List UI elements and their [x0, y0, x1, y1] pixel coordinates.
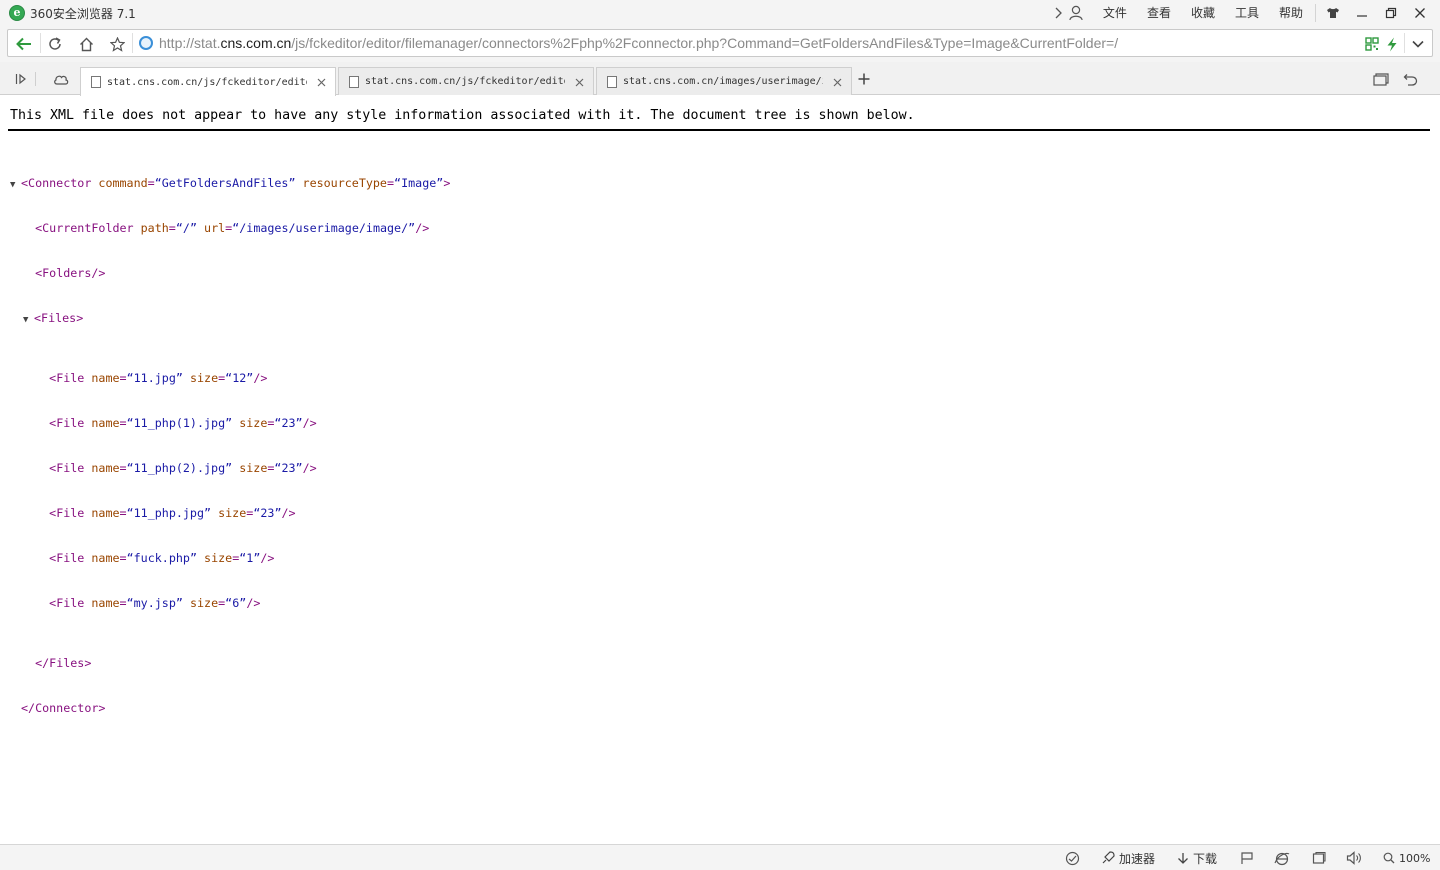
file-name-value: my.jsp — [133, 596, 176, 610]
undo-close-tab-icon[interactable] — [1399, 70, 1421, 88]
tab-label: stat.cns.com.cn/images/userimage/image/ — [623, 76, 823, 87]
user-account-icon[interactable] — [1067, 2, 1085, 24]
menu-tools[interactable]: 工具 — [1225, 2, 1269, 24]
browser-health-icon[interactable] — [1065, 849, 1080, 867]
divider — [8, 129, 1430, 131]
divider — [40, 33, 41, 53]
xml-file-entry: <File name=“fuck.php” size=“1”/> — [49, 551, 275, 565]
xml-line-current-folder: <CurrentFolder path=“/” url=“/images/use… — [35, 221, 430, 235]
page-content: This XML file does not appear to have an… — [0, 96, 1440, 844]
divider — [1404, 33, 1405, 53]
current-folder-path-value: / — [182, 221, 190, 235]
minimize-button[interactable] — [1347, 2, 1376, 24]
title-bar: e 360安全浏览器 7.1 文件 查看 收藏 工具 帮助 — [0, 0, 1440, 26]
chevron-down-icon[interactable] — [1406, 33, 1430, 55]
xml-file-entry: <File name=“my.jsp” size=“6”/> — [49, 596, 261, 610]
address-bar[interactable]: http://stat.cns.com.cn/js/fckeditor/edit… — [7, 29, 1433, 57]
tab-label: stat.cns.com.cn/js/fckeditor/editor/file… — [365, 76, 565, 87]
new-tab-button[interactable] — [853, 70, 875, 88]
xml-line-connector-open: ▼ <Connector command=“GetFoldersAndFiles”… — [10, 176, 450, 191]
file-size-value: 6 — [232, 596, 240, 610]
file-name-value: 11_php.jpg — [133, 506, 205, 520]
file-size-value: 1 — [246, 551, 254, 565]
document-icon — [607, 75, 617, 88]
connector-resource-type-value: Image — [401, 176, 437, 190]
close-tab-icon[interactable] — [573, 76, 585, 88]
xml-document-tree: ▼ <Connector command=“GetFoldersAndFiles”… — [10, 146, 450, 746]
xml-style-notice: This XML file does not appear to have an… — [10, 108, 915, 123]
close-window-button[interactable] — [1405, 2, 1434, 24]
accelerator-button[interactable]: 加速器 — [1101, 849, 1155, 867]
reload-button[interactable] — [43, 33, 67, 55]
xml-file-entry: <File name=“11_php(1).jpg” size=“23”/> — [49, 416, 317, 430]
url-text[interactable]: http://stat.cns.com.cn/js/fckeditor/edit… — [159, 35, 1118, 51]
tab-list-icon[interactable] — [1370, 70, 1392, 88]
tab-2[interactable]: stat.cns.com.cn/js/fckeditor/editor/file… — [338, 67, 594, 95]
file-name-value: 11_php(1).jpg — [133, 416, 226, 430]
url-path: /js/fckeditor/editor/filemanager/connect… — [291, 35, 1119, 51]
feedback-flag-icon[interactable] — [1240, 849, 1254, 867]
favorite-star-button[interactable] — [105, 33, 129, 55]
zoom-control[interactable]: 100% — [1383, 849, 1430, 867]
accelerator-label: 加速器 — [1119, 851, 1156, 866]
menu-favorites[interactable]: 收藏 — [1181, 2, 1225, 24]
back-button[interactable] — [12, 33, 36, 55]
speed-mode-lightning-icon[interactable] — [1380, 33, 1404, 55]
sound-volume-icon[interactable] — [1346, 849, 1362, 867]
file-size-value: 12 — [232, 371, 247, 385]
status-bar: 加速器 下载 100% — [0, 844, 1440, 870]
divider — [32, 70, 38, 88]
menu-view[interactable]: 查看 — [1137, 2, 1181, 24]
file-size-value: 23 — [260, 506, 275, 520]
xml-file-entry: <File name=“11_php.jpg” size=“23”/> — [49, 506, 296, 520]
home-button[interactable] — [74, 33, 98, 55]
xml-line-connector-close: </Connector> — [21, 701, 106, 715]
sidebar-toggle-icon[interactable] — [10, 70, 32, 88]
file-size-value: 23 — [281, 416, 296, 430]
download-label: 下载 — [1193, 851, 1218, 866]
menu-file[interactable]: 文件 — [1093, 2, 1137, 24]
chevron-right-icon[interactable] — [1049, 2, 1067, 24]
divider — [132, 33, 133, 53]
skin-shirt-icon[interactable] — [1318, 2, 1347, 24]
connector-command-value: GetFoldersAndFiles — [161, 176, 289, 190]
divider — [1315, 4, 1316, 22]
menu-help[interactable]: 帮助 — [1269, 2, 1313, 24]
rocket-icon — [1102, 851, 1115, 864]
restore-button[interactable] — [1376, 2, 1405, 24]
close-tab-icon[interactable] — [831, 76, 843, 88]
url-prefix: http://stat. — [159, 35, 221, 51]
window-title: 360安全浏览器 7.1 — [30, 7, 136, 21]
zoom-level: 100% — [1399, 851, 1431, 865]
file-name-value: 11.jpg — [133, 371, 176, 385]
file-size-value: 23 — [281, 461, 296, 475]
tab-strip: stat.cns.com.cn/js/fckeditor/editor/file… — [0, 62, 1440, 96]
cloud-sync-icon[interactable] — [50, 70, 72, 88]
xml-file-entry: <File name=“11_php(2).jpg” size=“23”/> — [49, 461, 317, 475]
xml-line-files-close: </Files> — [35, 656, 92, 670]
document-icon — [349, 75, 359, 88]
collapse-triangle-icon[interactable]: ▼ — [10, 178, 21, 193]
browser-logo-icon: e — [9, 5, 25, 21]
tab-1[interactable]: stat.cns.com.cn/js/fckeditor/editor/file… — [80, 67, 336, 96]
current-folder-url-value: /images/userimage/image/ — [239, 221, 409, 235]
xml-line-folders: <Folders/> — [35, 266, 106, 280]
magnifier-icon — [1383, 852, 1395, 864]
tab-3[interactable]: stat.cns.com.cn/images/userimage/image/ — [596, 67, 852, 95]
url-host: cns.com.cn — [220, 35, 292, 51]
download-icon — [1178, 852, 1188, 864]
collapse-triangle-icon[interactable]: ▼ — [23, 313, 34, 328]
xml-file-entry: <File name=“11.jpg” size=“12”/> — [49, 371, 268, 385]
file-name-value: fuck.php — [133, 551, 190, 565]
file-name-value: 11_php(2).jpg — [133, 461, 226, 475]
download-button[interactable]: 下载 — [1177, 849, 1217, 867]
ie-compat-mode-icon[interactable] — [1274, 849, 1290, 867]
document-icon — [91, 76, 101, 88]
tab-label: stat.cns.com.cn/js/fckeditor/editor/file… — [107, 76, 307, 88]
close-tab-icon[interactable] — [315, 76, 327, 88]
window-layout-icon[interactable] — [1312, 849, 1326, 867]
navigation-bar: http://stat.cns.com.cn/js/fckeditor/edit… — [0, 26, 1440, 62]
xml-line-files-open: ▼ <Files> — [10, 311, 450, 326]
site-globe-icon — [139, 36, 153, 50]
